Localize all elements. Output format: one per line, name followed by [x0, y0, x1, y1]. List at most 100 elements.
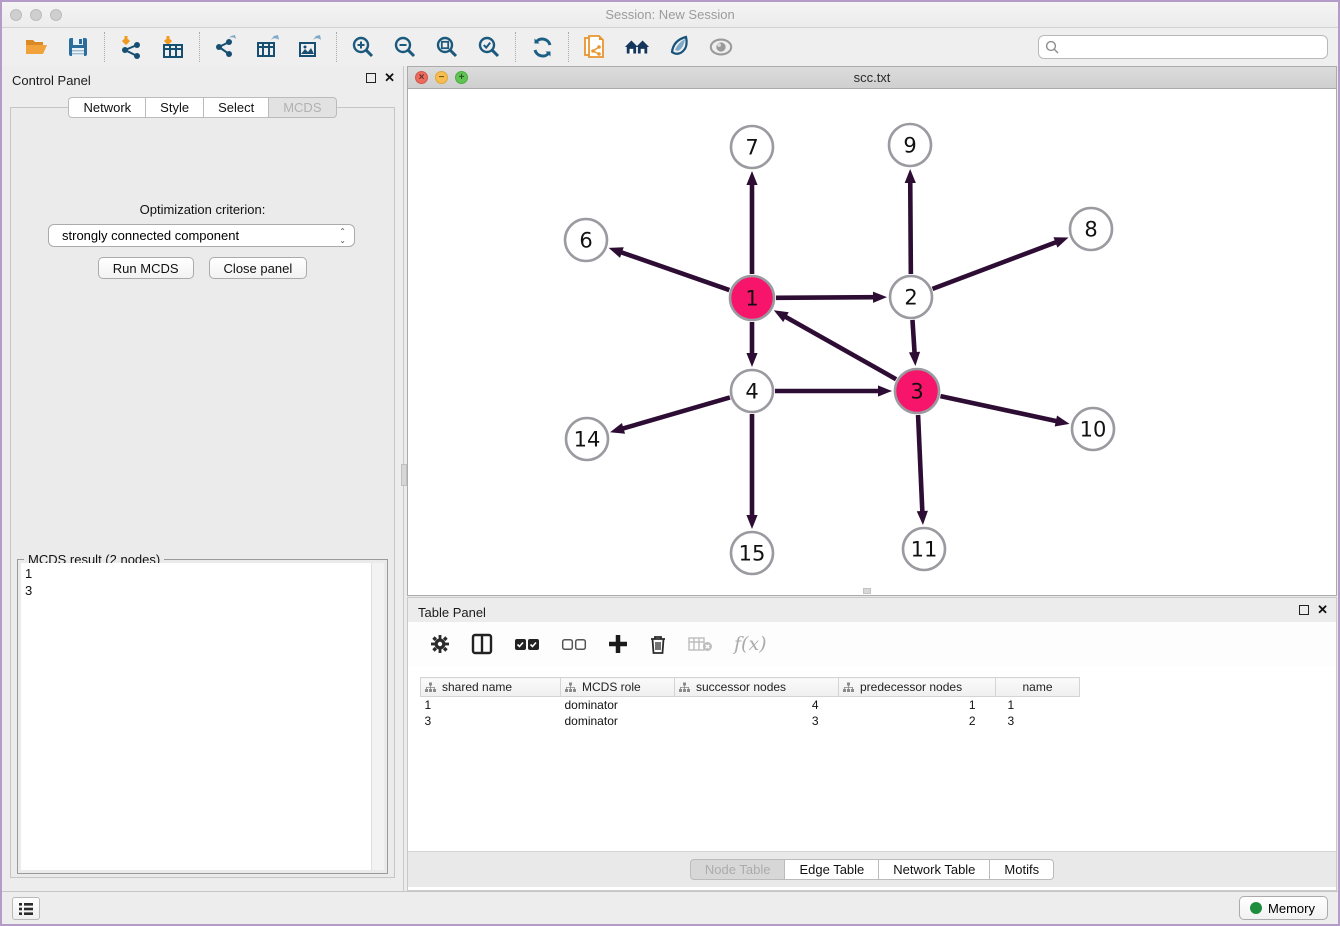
memory-label: Memory: [1268, 901, 1315, 916]
graph-edge-2-8[interactable]: [933, 241, 1059, 289]
table-cell[interactable]: 3: [996, 713, 1080, 729]
table-cell[interactable]: 1: [839, 697, 996, 713]
tab-style[interactable]: Style: [146, 97, 204, 118]
mcds-result-group: MCDS result (2 nodes) 1 3: [17, 559, 388, 874]
control-panel: Control Panel ✕ NetworkStyleSelectMCDS O…: [2, 66, 404, 891]
network-canvas[interactable]: 7968124314101511: [408, 89, 1336, 595]
table-row[interactable]: 1dominator411: [421, 697, 1080, 713]
graph-node-label-11: 11: [911, 538, 938, 562]
import-network-icon[interactable]: [118, 34, 144, 60]
graph-edge-3-11[interactable]: [918, 415, 922, 514]
tab-mcds[interactable]: MCDS: [269, 97, 336, 118]
mcds-result-textarea[interactable]: 1 3: [21, 563, 384, 870]
graph-edge-1-6[interactable]: [619, 252, 729, 291]
node-table[interactable]: shared nameMCDS rolesuccessor nodesprede…: [420, 677, 1080, 729]
edge-arrowhead: [774, 310, 789, 322]
graph-node-label-7: 7: [745, 136, 758, 160]
select-all-icon[interactable]: [514, 638, 540, 651]
graph-edge-2-9[interactable]: [910, 180, 911, 274]
tab-select[interactable]: Select: [204, 97, 269, 118]
zoom-selected-icon[interactable]: [476, 34, 502, 60]
edge-arrowhead: [746, 353, 757, 367]
run-mcds-button[interactable]: Run MCDS: [98, 257, 194, 279]
open-session-icon[interactable]: [23, 34, 49, 60]
tab-motifs[interactable]: Motifs: [990, 859, 1054, 880]
memory-status-icon: [1250, 902, 1262, 914]
import-table-icon[interactable]: [160, 34, 186, 60]
zoom-in-icon[interactable]: [350, 34, 376, 60]
graph-edge-4-14[interactable]: [621, 397, 730, 429]
close-panel-icon[interactable]: ✕: [384, 73, 395, 83]
network-window-titlebar[interactable]: × − + scc.txt: [408, 67, 1336, 89]
function-icon[interactable]: f(x): [734, 633, 767, 655]
mcds-panel: Optimization criterion: strongly connect…: [10, 107, 395, 878]
titlebar: Session: New Session: [2, 2, 1338, 28]
edge-arrowhead: [746, 515, 757, 529]
memory-button[interactable]: Memory: [1239, 896, 1328, 920]
graph-edge-3-1[interactable]: [783, 316, 896, 380]
table-cell[interactable]: dominator: [561, 713, 675, 729]
tab-network-table[interactable]: Network Table: [879, 859, 990, 880]
search-input[interactable]: [1038, 35, 1328, 59]
edge-arrowhead: [878, 385, 892, 396]
result-scrollbar[interactable]: [371, 563, 384, 870]
table-toolbar: f(x): [408, 622, 1336, 666]
panel-divider-handle[interactable]: [401, 464, 407, 486]
table-cell[interactable]: 3: [675, 713, 839, 729]
zoom-out-icon[interactable]: [392, 34, 418, 60]
search-icon: [1045, 40, 1060, 60]
table-cell[interactable]: 1: [996, 697, 1080, 713]
column-header-MCDS-role[interactable]: MCDS role: [561, 678, 675, 697]
export-table-icon[interactable]: [255, 34, 281, 60]
tab-edge-table[interactable]: Edge Table: [785, 859, 879, 880]
graph-node-label-6: 6: [579, 229, 592, 253]
column-header-name[interactable]: name: [996, 678, 1080, 697]
graph-node-label-8: 8: [1084, 218, 1097, 242]
columns-icon[interactable]: [471, 633, 493, 655]
refresh-icon[interactable]: [529, 34, 555, 60]
table-cell[interactable]: 4: [675, 697, 839, 713]
edge-arrowhead: [609, 247, 624, 258]
eye-icon[interactable]: [708, 34, 734, 60]
table-row[interactable]: 3dominator323: [421, 713, 1080, 729]
delete-icon[interactable]: [649, 634, 667, 655]
deselect-all-icon[interactable]: [561, 638, 587, 651]
edge-arrowhead: [905, 169, 916, 183]
table-cell[interactable]: 3: [421, 713, 561, 729]
zoom-fit-icon[interactable]: [434, 34, 460, 60]
graph[interactable]: 7968124314101511: [408, 89, 1338, 595]
table-cell[interactable]: 2: [839, 713, 996, 729]
delete-table-icon[interactable]: [688, 636, 713, 652]
show-networks-icon[interactable]: [624, 34, 650, 60]
float-table-panel-icon[interactable]: [1299, 605, 1309, 615]
table-panel: Table Panel ✕: [407, 597, 1337, 891]
graph-edge-2-3[interactable]: [912, 320, 914, 355]
main-toolbar: [2, 28, 1338, 66]
export-image-icon[interactable]: [297, 34, 323, 60]
optimization-criterion-dropdown[interactable]: strongly connected component ⌃⌄: [48, 224, 355, 247]
export-network-icon[interactable]: [213, 34, 239, 60]
column-header-predecessor-nodes[interactable]: predecessor nodes: [839, 678, 996, 697]
close-table-panel-icon[interactable]: ✕: [1317, 605, 1328, 615]
save-session-icon[interactable]: [65, 34, 91, 60]
table-cell[interactable]: 1: [421, 697, 561, 713]
column-header-shared-name[interactable]: shared name: [421, 678, 561, 697]
task-history-button[interactable]: [12, 897, 40, 920]
duplicate-network-icon[interactable]: [582, 34, 608, 60]
float-panel-icon[interactable]: [366, 73, 376, 83]
tab-node-table[interactable]: Node Table: [690, 859, 786, 880]
app-window: Session: New Session: [0, 0, 1340, 926]
close-panel-button[interactable]: Close panel: [209, 257, 308, 279]
chevron-up-down-icon: ⌃⌄: [339, 227, 346, 245]
graph-edge-1-2[interactable]: [776, 297, 876, 298]
canvas-resize-handle[interactable]: [863, 588, 871, 594]
edge-arrowhead: [917, 511, 928, 525]
gear-icon[interactable]: [430, 634, 450, 654]
graph-edge-3-10[interactable]: [940, 396, 1058, 422]
tab-network[interactable]: Network: [68, 97, 146, 118]
column-header-successor-nodes[interactable]: successor nodes: [675, 678, 839, 697]
control-panel-title: Control Panel: [12, 73, 91, 88]
add-icon[interactable]: [608, 634, 628, 654]
table-cell[interactable]: dominator: [561, 697, 675, 713]
style-brush-icon[interactable]: [666, 34, 692, 60]
